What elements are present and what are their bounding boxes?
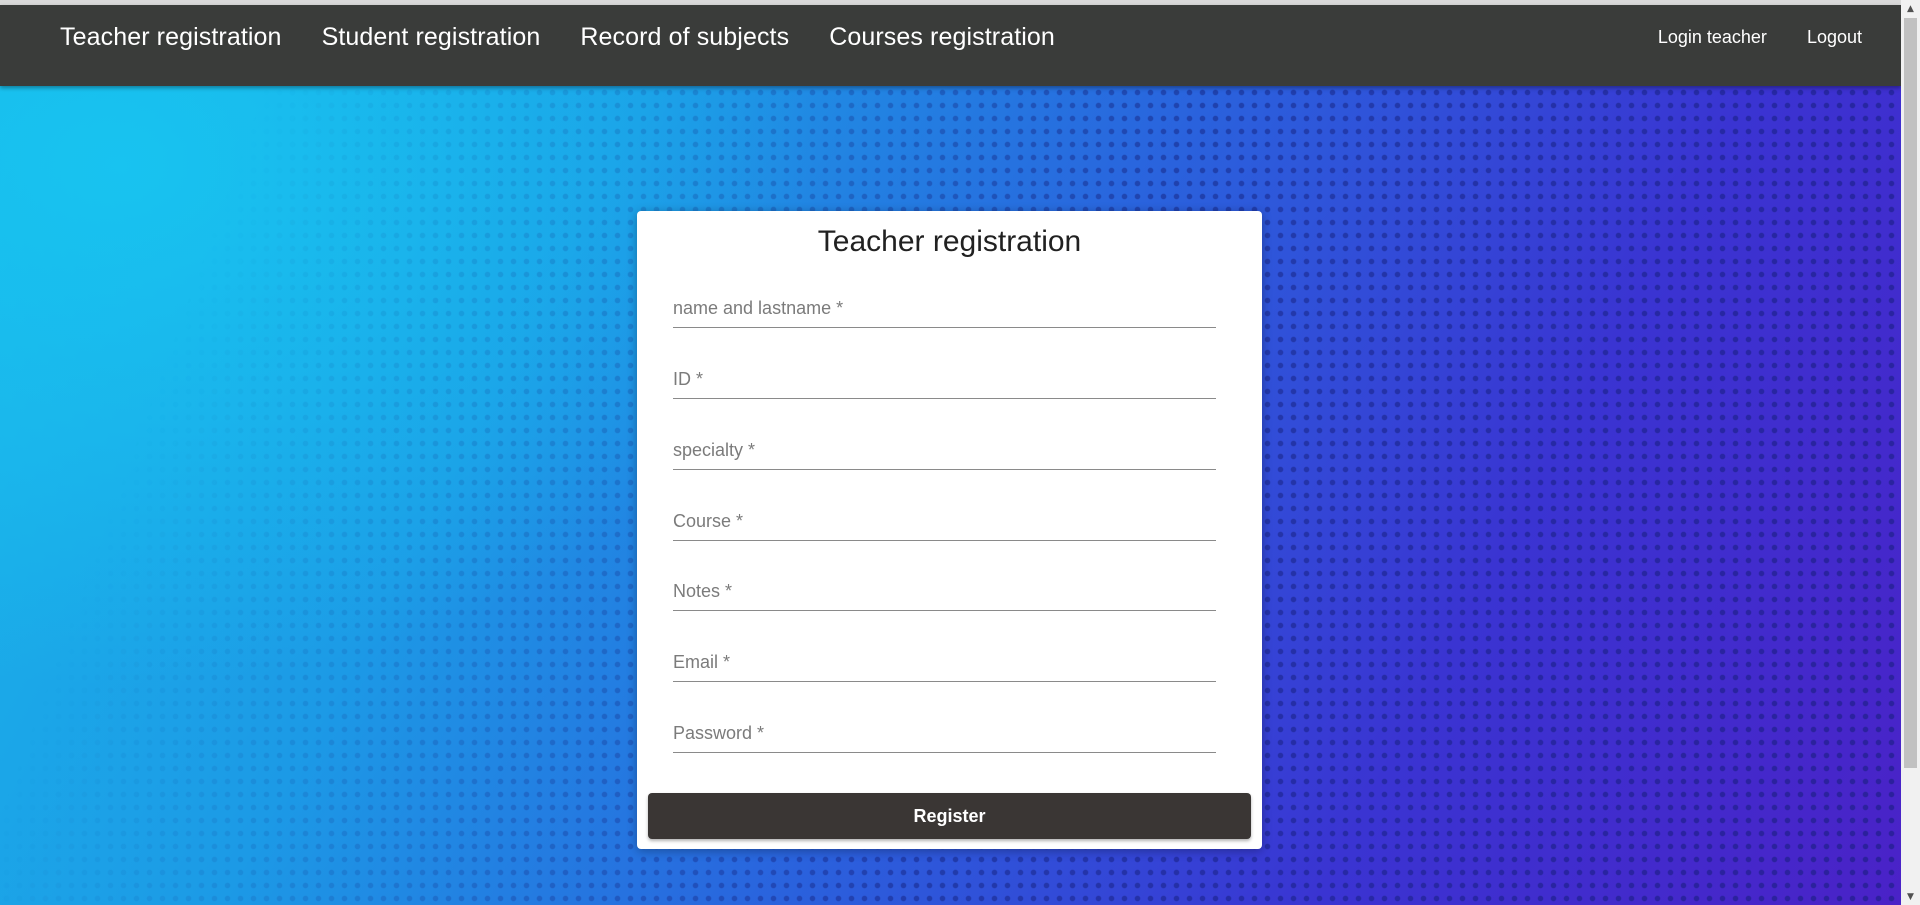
vertical-scrollbar[interactable]: ▲ ▼ <box>1901 0 1920 905</box>
id-input[interactable] <box>673 360 1216 399</box>
nav-link-login-teacher[interactable]: Login teacher <box>1658 27 1767 48</box>
course-field <box>673 502 1216 542</box>
primary-nav: Teacher registration Student registratio… <box>60 5 1055 69</box>
specialty-input[interactable] <box>673 431 1216 470</box>
nav-link-courses-registration[interactable]: Courses registration <box>829 23 1055 52</box>
nav-link-student-registration[interactable]: Student registration <box>322 23 541 52</box>
password-input[interactable] <box>673 714 1216 753</box>
triangle-down-icon[interactable]: ▼ <box>1901 888 1920 905</box>
name-and-lastname-input[interactable] <box>673 289 1216 328</box>
registration-card: Teacher registration Register <box>637 211 1262 849</box>
nav-link-record-of-subjects[interactable]: Record of subjects <box>580 23 789 52</box>
triangle-up-icon[interactable]: ▲ <box>1901 0 1920 17</box>
nav-link-teacher-registration[interactable]: Teacher registration <box>60 23 282 52</box>
account-nav: Login teacher Logout <box>1658 5 1862 69</box>
top-navbar: Teacher registration Student registratio… <box>0 5 1901 86</box>
email-field <box>673 643 1216 683</box>
course-input[interactable] <box>673 502 1216 541</box>
name-field <box>673 289 1216 329</box>
notes-input[interactable] <box>673 572 1216 611</box>
email-input[interactable] <box>673 643 1216 682</box>
specialty-field <box>673 431 1216 471</box>
scrollbar-thumb[interactable] <box>1904 18 1917 768</box>
notes-field <box>673 572 1216 612</box>
nav-link-logout[interactable]: Logout <box>1807 27 1862 48</box>
register-button[interactable]: Register <box>648 793 1251 839</box>
password-field <box>673 714 1216 754</box>
id-field <box>673 360 1216 400</box>
form-title: Teacher registration <box>817 225 1082 258</box>
